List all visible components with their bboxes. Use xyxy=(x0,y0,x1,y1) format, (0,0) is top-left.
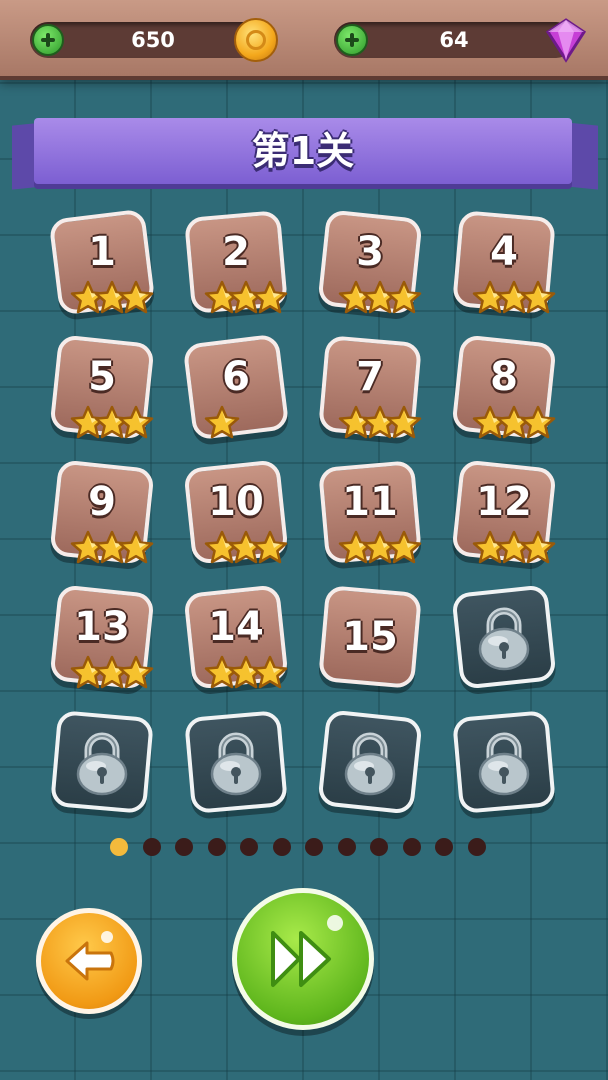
coin-counter: 650 xyxy=(30,18,278,62)
page-dot-8[interactable] xyxy=(337,838,356,856)
gem-icon xyxy=(545,18,587,63)
level-number: 6 xyxy=(222,354,250,400)
star-icon xyxy=(386,530,422,564)
level-stars xyxy=(338,405,428,445)
star-icon xyxy=(520,405,556,439)
level-tile-15[interactable]: 15 xyxy=(317,584,423,690)
level-stars xyxy=(70,280,160,320)
star-icon xyxy=(252,655,288,689)
level-tile-12[interactable]: 12 xyxy=(451,459,557,565)
level-tile-9[interactable]: 9 xyxy=(49,459,155,565)
page-dot-10[interactable] xyxy=(402,838,421,856)
star-icon xyxy=(386,405,422,439)
add-coins-button[interactable] xyxy=(32,24,64,56)
star-icon xyxy=(386,280,422,314)
level-grid: 1 2 3 4 5 6 7 8 9 10 11 12 13 14 15 xyxy=(48,208,557,815)
page-dot-5[interactable] xyxy=(240,838,258,856)
title-banner: 第1关 xyxy=(34,118,572,184)
level-tile-locked[interactable] xyxy=(451,584,557,690)
coin-amount: 650 xyxy=(131,28,175,52)
level-stars xyxy=(204,405,294,445)
star-icon xyxy=(118,530,154,564)
level-stars xyxy=(204,655,294,695)
gem-counter: 64 xyxy=(334,18,587,63)
level-number: 14 xyxy=(208,604,264,650)
level-number: 4 xyxy=(490,229,518,275)
add-gems-button[interactable] xyxy=(336,24,368,56)
level-stars xyxy=(472,530,562,570)
page-dot-6[interactable] xyxy=(272,838,291,856)
back-button[interactable] xyxy=(36,908,142,1014)
level-stars xyxy=(204,530,294,570)
star-icon xyxy=(118,405,154,439)
page-dot-11[interactable] xyxy=(435,838,453,856)
level-number: 12 xyxy=(476,479,532,525)
level-stars xyxy=(204,280,294,320)
level-number: 9 xyxy=(88,479,116,525)
star-icon xyxy=(252,280,288,314)
level-tile-locked[interactable] xyxy=(49,709,155,815)
level-tile-4[interactable]: 4 xyxy=(451,209,557,315)
level-stars xyxy=(338,280,428,320)
level-tile-13[interactable]: 13 xyxy=(49,584,155,690)
level-number: 10 xyxy=(208,479,264,525)
level-stars xyxy=(472,405,562,445)
lock-icon xyxy=(478,732,530,796)
page-dot-7[interactable] xyxy=(305,838,323,856)
coin-icon xyxy=(234,18,278,62)
level-stars xyxy=(70,655,160,695)
level-tile-3[interactable]: 3 xyxy=(317,209,423,315)
star-icon xyxy=(204,405,240,439)
page-dot-12[interactable] xyxy=(467,838,486,856)
lock-icon xyxy=(210,732,262,796)
page-title: 第1关 xyxy=(251,129,355,173)
star-icon xyxy=(252,530,288,564)
level-stars xyxy=(338,530,428,570)
page-dot-9[interactable] xyxy=(370,838,388,856)
gem-amount: 64 xyxy=(439,28,469,52)
level-number: 3 xyxy=(356,229,384,275)
level-stars xyxy=(472,280,562,320)
level-tile-locked[interactable] xyxy=(183,709,289,815)
next-button[interactable] xyxy=(232,888,374,1030)
level-number: 7 xyxy=(356,354,384,400)
level-tile-7[interactable]: 7 xyxy=(317,334,423,440)
level-tile-8[interactable]: 8 xyxy=(451,334,557,440)
lock-icon xyxy=(76,732,128,796)
page-indicator xyxy=(110,838,490,858)
lock-icon xyxy=(344,732,396,796)
level-tile-10[interactable]: 10 xyxy=(183,459,289,565)
level-number: 2 xyxy=(222,229,250,275)
level-tile-locked[interactable] xyxy=(451,709,557,815)
page-dot-2[interactable] xyxy=(142,838,161,856)
level-tile-14[interactable]: 14 xyxy=(183,584,289,690)
level-number: 1 xyxy=(88,229,116,275)
level-tile-5[interactable]: 5 xyxy=(49,334,155,440)
level-tile-locked[interactable] xyxy=(317,709,423,815)
level-stars xyxy=(70,405,160,445)
star-icon xyxy=(118,280,154,314)
arrow-left-icon xyxy=(65,931,115,981)
star-icon xyxy=(520,280,556,314)
page-dot-3[interactable] xyxy=(175,838,193,856)
top-bar: 650 64 xyxy=(0,0,608,76)
level-tile-6[interactable]: 6 xyxy=(182,333,290,441)
page-dot-4[interactable] xyxy=(207,838,226,856)
star-icon xyxy=(520,530,556,564)
fast-forward-icon xyxy=(271,915,343,987)
level-tile-2[interactable]: 2 xyxy=(183,209,289,315)
level-tile-11[interactable]: 11 xyxy=(317,459,423,565)
lock-icon xyxy=(478,607,530,671)
level-number: 11 xyxy=(342,479,398,525)
page-dot-1[interactable] xyxy=(110,838,128,856)
level-number: 15 xyxy=(342,614,398,660)
level-tile-1[interactable]: 1 xyxy=(48,208,156,316)
level-stars xyxy=(70,530,160,570)
level-number: 13 xyxy=(74,604,130,650)
level-number: 5 xyxy=(88,354,116,400)
star-icon xyxy=(118,655,154,689)
level-number: 8 xyxy=(490,354,518,400)
